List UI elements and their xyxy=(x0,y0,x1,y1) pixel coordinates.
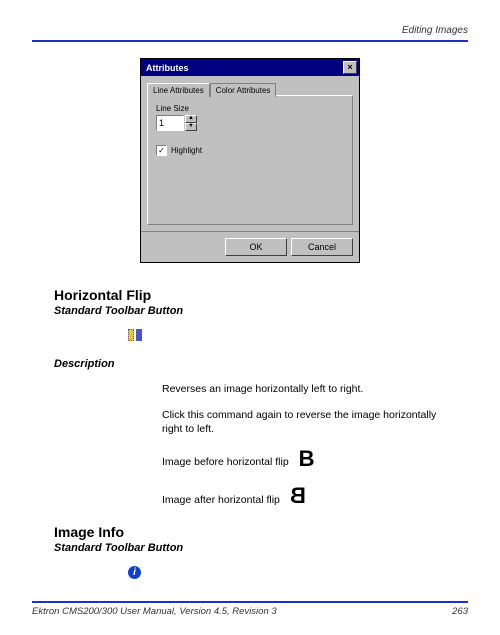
attributes-dialog: Attributes × Line Attributes Color Attri… xyxy=(140,58,360,263)
subheading-toolbar-button-2: Standard Toolbar Button xyxy=(54,542,468,554)
after-flip-label: Image after horizontal flip xyxy=(162,494,280,506)
tab-panel: Line Size ▲ ▼ ✓ Highlight xyxy=(147,95,353,225)
example-after-row: Image after horizontal flip B xyxy=(162,486,468,506)
tab-line-attributes[interactable]: Line Attributes xyxy=(147,83,210,97)
dialog-titlebar: Attributes × xyxy=(141,59,359,76)
letter-b-before: B xyxy=(299,449,315,469)
info-icon: i xyxy=(128,566,141,579)
spin-up-icon[interactable]: ▲ xyxy=(185,115,197,123)
description-para-1: Reverses an image horizontally left to r… xyxy=(162,382,448,396)
header-section-label: Editing Images xyxy=(32,25,468,36)
line-size-label: Line Size xyxy=(156,104,344,113)
letter-b-after: B xyxy=(290,486,306,506)
page-number: 263 xyxy=(452,606,468,617)
highlight-checkbox[interactable]: ✓ xyxy=(156,145,167,156)
spin-down-icon[interactable]: ▼ xyxy=(185,123,197,131)
description-para-2: Click this command again to reverse the … xyxy=(162,408,448,436)
ok-button[interactable]: OK xyxy=(225,238,287,256)
example-before-row: Image before horizontal flip B xyxy=(162,449,468,469)
cancel-button[interactable]: Cancel xyxy=(291,238,353,256)
highlight-label: Highlight xyxy=(171,146,202,155)
page-footer: Ektron CMS200/300 User Manual, Version 4… xyxy=(32,601,468,617)
heading-horizontal-flip: Horizontal Flip xyxy=(54,287,468,303)
horizontal-flip-icon xyxy=(128,329,142,341)
dialog-title: Attributes xyxy=(146,63,189,73)
dialog-screenshot: Attributes × Line Attributes Color Attri… xyxy=(32,58,468,263)
tab-color-attributes[interactable]: Color Attributes xyxy=(210,83,277,97)
before-flip-label: Image before horizontal flip xyxy=(162,456,289,468)
close-icon[interactable]: × xyxy=(343,61,357,74)
heading-image-info: Image Info xyxy=(54,524,468,540)
footer-text: Ektron CMS200/300 User Manual, Version 4… xyxy=(32,606,277,617)
subheading-toolbar-button: Standard Toolbar Button xyxy=(54,305,468,317)
footer-rule xyxy=(32,601,468,603)
header-rule xyxy=(32,40,468,42)
subheading-description: Description xyxy=(54,358,468,370)
line-size-input[interactable] xyxy=(156,115,184,131)
